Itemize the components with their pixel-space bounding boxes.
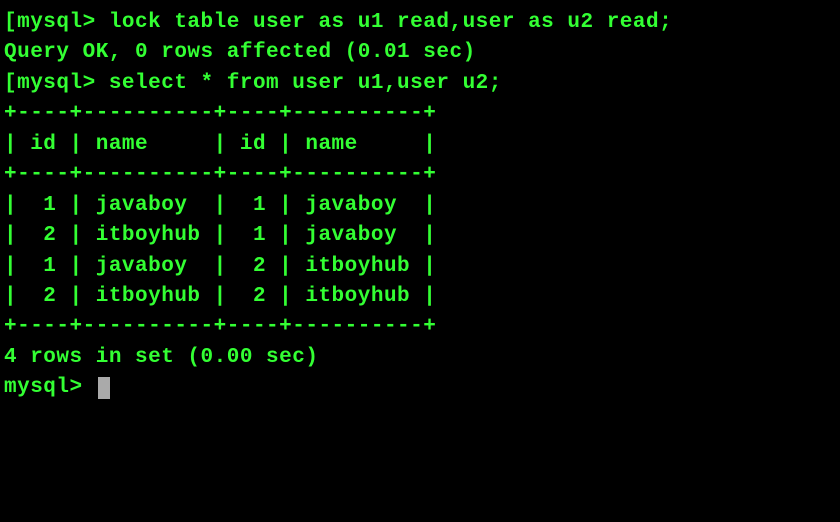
- table-row: | 1 | javaboy | 1 | javaboy |: [4, 191, 836, 221]
- table-border-top: +----+----------+----+----------+: [4, 99, 836, 129]
- table-header: | id | name | id | name |: [4, 130, 836, 160]
- table-row: | 2 | itboyhub | 2 | itboyhub |: [4, 282, 836, 312]
- terminal-output: [mysql> lock table user as u1 read,user …: [4, 8, 836, 404]
- table-row: | 1 | javaboy | 2 | itboyhub |: [4, 252, 836, 282]
- query-result-1: Query OK, 0 rows affected (0.01 sec): [4, 38, 836, 68]
- table-row: | 2 | itboyhub | 1 | javaboy |: [4, 221, 836, 251]
- prompt-line[interactable]: mysql>: [4, 373, 836, 403]
- command-line-2: [mysql> select * from user u1,user u2;: [4, 69, 836, 99]
- table-border-mid: +----+----------+----+----------+: [4, 160, 836, 190]
- rows-in-set: 4 rows in set (0.00 sec): [4, 343, 836, 373]
- prompt-text: mysql>: [4, 376, 96, 399]
- command-line-1: [mysql> lock table user as u1 read,user …: [4, 8, 836, 38]
- cursor-icon: [98, 377, 110, 399]
- table-border-bottom: +----+----------+----+----------+: [4, 312, 836, 342]
